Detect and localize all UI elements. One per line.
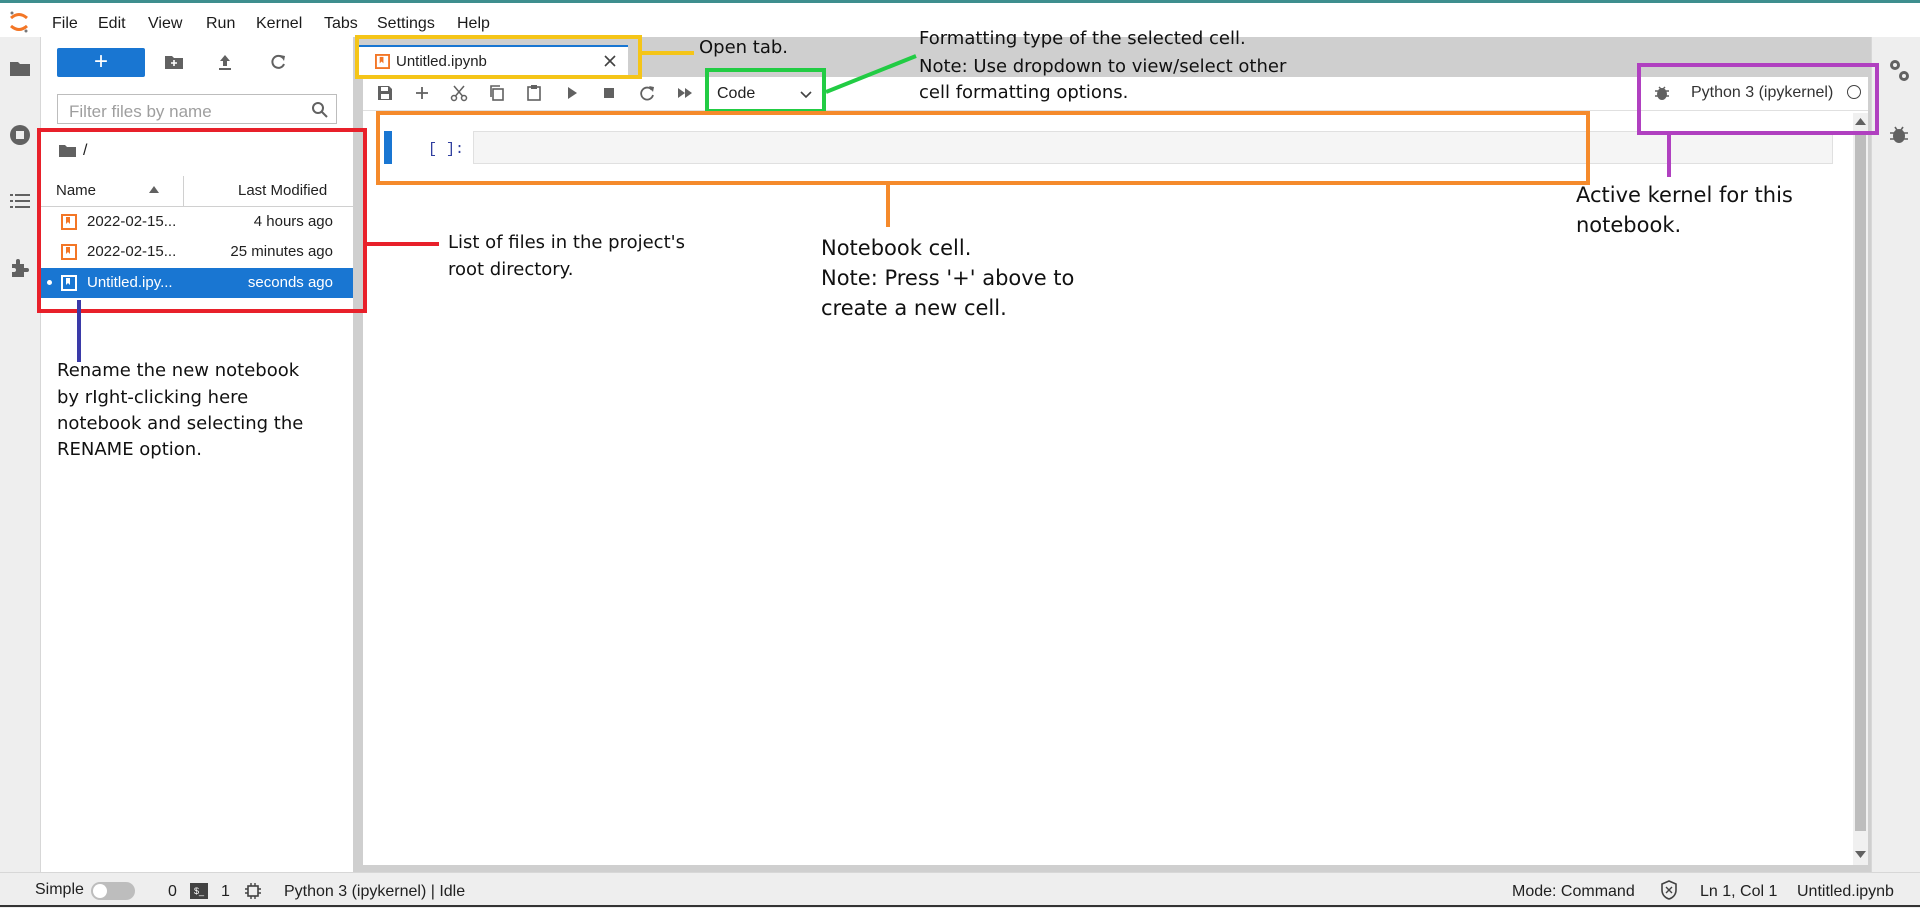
annotation-kernel-2: notebook. — [1576, 213, 1682, 237]
annotation-cell-1: Notebook cell. — [821, 236, 972, 260]
running-sessions-icon[interactable] — [8, 123, 32, 147]
stop-icon[interactable] — [600, 84, 618, 102]
filter-files-input[interactable]: Filter files by name — [57, 94, 337, 124]
annotation-cell-type-line — [825, 54, 917, 94]
paste-icon[interactable] — [525, 84, 543, 102]
annotation-cell-box — [376, 111, 1590, 185]
annotation-kernel-box — [1637, 63, 1879, 135]
simple-mode-toggle[interactable] — [91, 882, 135, 900]
annotation-kernel-line — [1667, 135, 1671, 177]
status-filename: Untitled.ipynb — [1797, 883, 1894, 900]
scroll-down-icon[interactable] — [1855, 851, 1866, 859]
annotation-open-tab-box — [355, 35, 642, 79]
annotation-cell-type-box — [705, 68, 826, 113]
kernel-chip-icon — [245, 883, 261, 899]
toggle-knob — [93, 884, 107, 898]
cursor-position[interactable]: Ln 1, Col 1 — [1700, 883, 1777, 901]
property-inspector-icon[interactable] — [1887, 57, 1911, 83]
new-launcher-button[interactable]: + — [57, 48, 145, 77]
terminals-count[interactable]: 0 — [168, 883, 177, 901]
copy-icon[interactable] — [488, 84, 506, 102]
table-of-contents-icon[interactable] — [8, 189, 32, 213]
annotation-cell-3: create a new cell. — [821, 296, 1007, 320]
run-icon[interactable] — [563, 84, 581, 102]
annotation-cell-line — [886, 185, 890, 227]
annotation-rename-line — [77, 300, 81, 362]
menu-file[interactable]: File — [52, 15, 78, 33]
upload-icon[interactable] — [215, 52, 235, 72]
simple-mode-label: Simple — [35, 881, 84, 898]
annotation-files-line — [367, 242, 439, 246]
filter-placeholder: Filter files by name — [69, 102, 212, 121]
folder-icon[interactable] — [8, 57, 32, 81]
annotation-open-tab-line — [642, 51, 694, 55]
annotation-formatting-2: Note: Use dropdown to view/select other — [919, 56, 1287, 77]
menu-kernel[interactable]: Kernel — [256, 15, 302, 33]
annotation-formatting-3: cell formatting options. — [919, 82, 1129, 103]
annotation-formatting-1: Formatting type of the selected cell. — [919, 28, 1246, 49]
terminal-icon: $_ — [190, 883, 208, 899]
run-all-icon[interactable] — [676, 84, 694, 102]
annotation-rename-3: notebook and selecting the — [57, 413, 304, 434]
annotation-open-tab: Open tab. — [699, 37, 789, 58]
add-cell-icon[interactable] — [413, 84, 431, 102]
menu-run[interactable]: Run — [206, 15, 235, 33]
save-icon[interactable] — [376, 84, 394, 102]
menu-settings[interactable]: Settings — [377, 15, 435, 33]
annotation-kernel-1: Active kernel for this — [1576, 183, 1793, 207]
new-folder-icon[interactable] — [164, 52, 184, 72]
annotation-files-2: root directory. — [448, 259, 574, 280]
refresh-icon[interactable] — [268, 52, 288, 72]
extensions-icon[interactable] — [8, 256, 32, 280]
kernel-status-text[interactable]: Python 3 (ipykernel) | Idle — [284, 883, 465, 901]
annotation-rename-4: RENAME option. — [57, 439, 202, 460]
annotation-rename-1: Rename the new notebook — [57, 360, 300, 381]
cut-icon[interactable] — [450, 84, 468, 102]
mode-indicator: Mode: Command — [1512, 883, 1635, 900]
left-sidebar — [0, 37, 41, 872]
jupyter-logo-icon — [10, 11, 28, 33]
debugger-panel-icon[interactable] — [1888, 124, 1910, 146]
menu-help[interactable]: Help — [457, 15, 490, 33]
menu-view[interactable]: View — [148, 15, 182, 33]
right-sidebar — [1871, 37, 1920, 872]
restart-icon[interactable] — [638, 84, 656, 102]
menu-edit[interactable]: Edit — [98, 15, 126, 33]
menu-tabs[interactable]: Tabs — [324, 15, 358, 33]
annotation-rename-2: by rIght-clicking here — [57, 387, 249, 408]
search-icon — [312, 102, 328, 118]
kernels-count[interactable]: 1 — [221, 883, 230, 901]
annotation-files-box — [37, 128, 367, 313]
shield-icon[interactable] — [1660, 880, 1678, 900]
annotation-cell-2: Note: Press '+' above to — [821, 266, 1075, 290]
scrollbar-thumb[interactable] — [1855, 131, 1866, 831]
annotation-files-1: List of files in the project's — [448, 232, 685, 253]
